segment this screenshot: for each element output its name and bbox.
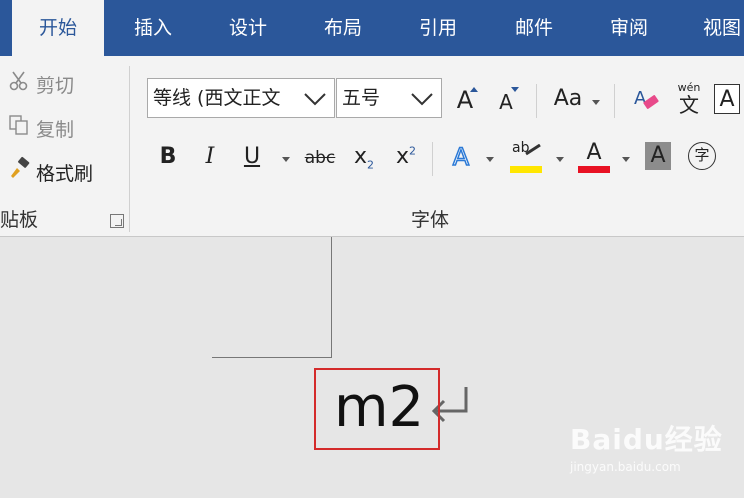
watermark-url: jingyan.baidu.com xyxy=(570,460,681,474)
change-case-button[interactable]: Aa xyxy=(550,86,586,111)
tab-references[interactable]: 引用 xyxy=(398,0,478,56)
tab-view[interactable]: 视图 xyxy=(684,0,744,56)
superscript-button[interactable]: x2 xyxy=(392,144,420,169)
font-color-dropdown-icon[interactable] xyxy=(622,157,630,162)
enclose-characters-button[interactable]: 字 xyxy=(688,142,716,170)
paintbrush-icon xyxy=(6,156,32,189)
font-size-combobox[interactable]: 五号 xyxy=(336,78,442,118)
format-painter-button[interactable]: 格式刷 xyxy=(6,156,93,186)
clipboard-group-label: 贴板 xyxy=(0,209,39,231)
font-size-value: 五号 xyxy=(342,87,381,109)
underline-button[interactable]: U xyxy=(240,144,264,169)
tab-layout[interactable]: 布局 xyxy=(304,0,382,56)
font-color-button[interactable]: A xyxy=(578,140,610,174)
shrink-arrow-icon xyxy=(511,87,519,92)
tab-design[interactable]: 设计 xyxy=(208,0,288,56)
copy-button[interactable]: 复制 xyxy=(6,114,74,144)
separator xyxy=(614,84,615,118)
highlighter-pen-icon xyxy=(525,144,541,156)
format-painter-label: 格式刷 xyxy=(36,163,94,185)
chevron-down-icon[interactable] xyxy=(409,85,435,111)
watermark-name: Baidu经验 xyxy=(570,423,723,456)
margin-corner-mark xyxy=(212,357,332,358)
scissors-icon xyxy=(6,70,32,101)
copy-icon xyxy=(6,114,32,145)
shrink-font-button[interactable]: A xyxy=(494,90,518,114)
highlight-box xyxy=(314,368,440,450)
font-color-bar xyxy=(578,166,610,173)
phonetic-guide-button[interactable]: wén 文 xyxy=(674,82,704,117)
text-highlight-button[interactable]: ab xyxy=(510,140,544,174)
strikethrough-button[interactable]: abc xyxy=(302,148,338,168)
svg-text:A: A xyxy=(634,88,647,109)
grow-arrow-icon xyxy=(470,87,478,92)
cut-label: 剪切 xyxy=(36,75,75,97)
character-shading-button[interactable]: A xyxy=(645,142,671,170)
text-effects-dropdown-icon[interactable] xyxy=(486,157,494,162)
subscript-button[interactable]: x2 xyxy=(350,144,378,171)
ribbon-panel: 剪切 复制 格式刷 贴板 等线 (西文正文 五号 A A Aa A wén 文 … xyxy=(0,56,744,237)
ribbon-tab-bar: 开始 插入 设计 布局 引用 邮件 审阅 视图 xyxy=(0,0,744,56)
separator xyxy=(536,84,537,118)
margin-corner-mark xyxy=(331,237,332,358)
tab-review[interactable]: 审阅 xyxy=(590,0,668,56)
cut-button[interactable]: 剪切 xyxy=(6,70,74,100)
character-border-button[interactable]: A xyxy=(714,84,740,114)
underline-dropdown-icon[interactable] xyxy=(282,157,290,162)
font-group-label: 字体 xyxy=(411,209,450,231)
copy-label: 复制 xyxy=(36,119,75,141)
font-name-combobox[interactable]: 等线 (西文正文 xyxy=(147,78,335,118)
tab-mailings[interactable]: 邮件 xyxy=(494,0,574,56)
bold-button[interactable]: B xyxy=(156,144,180,169)
clear-formatting-button[interactable]: A xyxy=(632,84,662,114)
separator xyxy=(432,142,433,176)
highlight-dropdown-icon[interactable] xyxy=(556,157,564,162)
font-name-value: 等线 (西文正文 xyxy=(153,87,281,109)
clipboard-dialog-launcher-icon[interactable] xyxy=(110,214,124,228)
baidu-watermark: Baidu经验 jingyan.baidu.com xyxy=(570,418,723,474)
group-divider xyxy=(129,66,130,232)
tab-insert[interactable]: 插入 xyxy=(114,0,192,56)
chevron-down-icon[interactable] xyxy=(302,85,328,111)
highlight-color-bar xyxy=(510,166,542,173)
tab-home[interactable]: 开始 xyxy=(12,0,104,56)
phonetic-bottom-text: 文 xyxy=(679,93,699,117)
dropdown-arrow-icon[interactable] xyxy=(592,100,600,105)
text-effects-button[interactable]: A xyxy=(448,142,474,172)
eraser-icon: A xyxy=(634,88,659,109)
italic-button[interactable]: I xyxy=(198,144,222,169)
